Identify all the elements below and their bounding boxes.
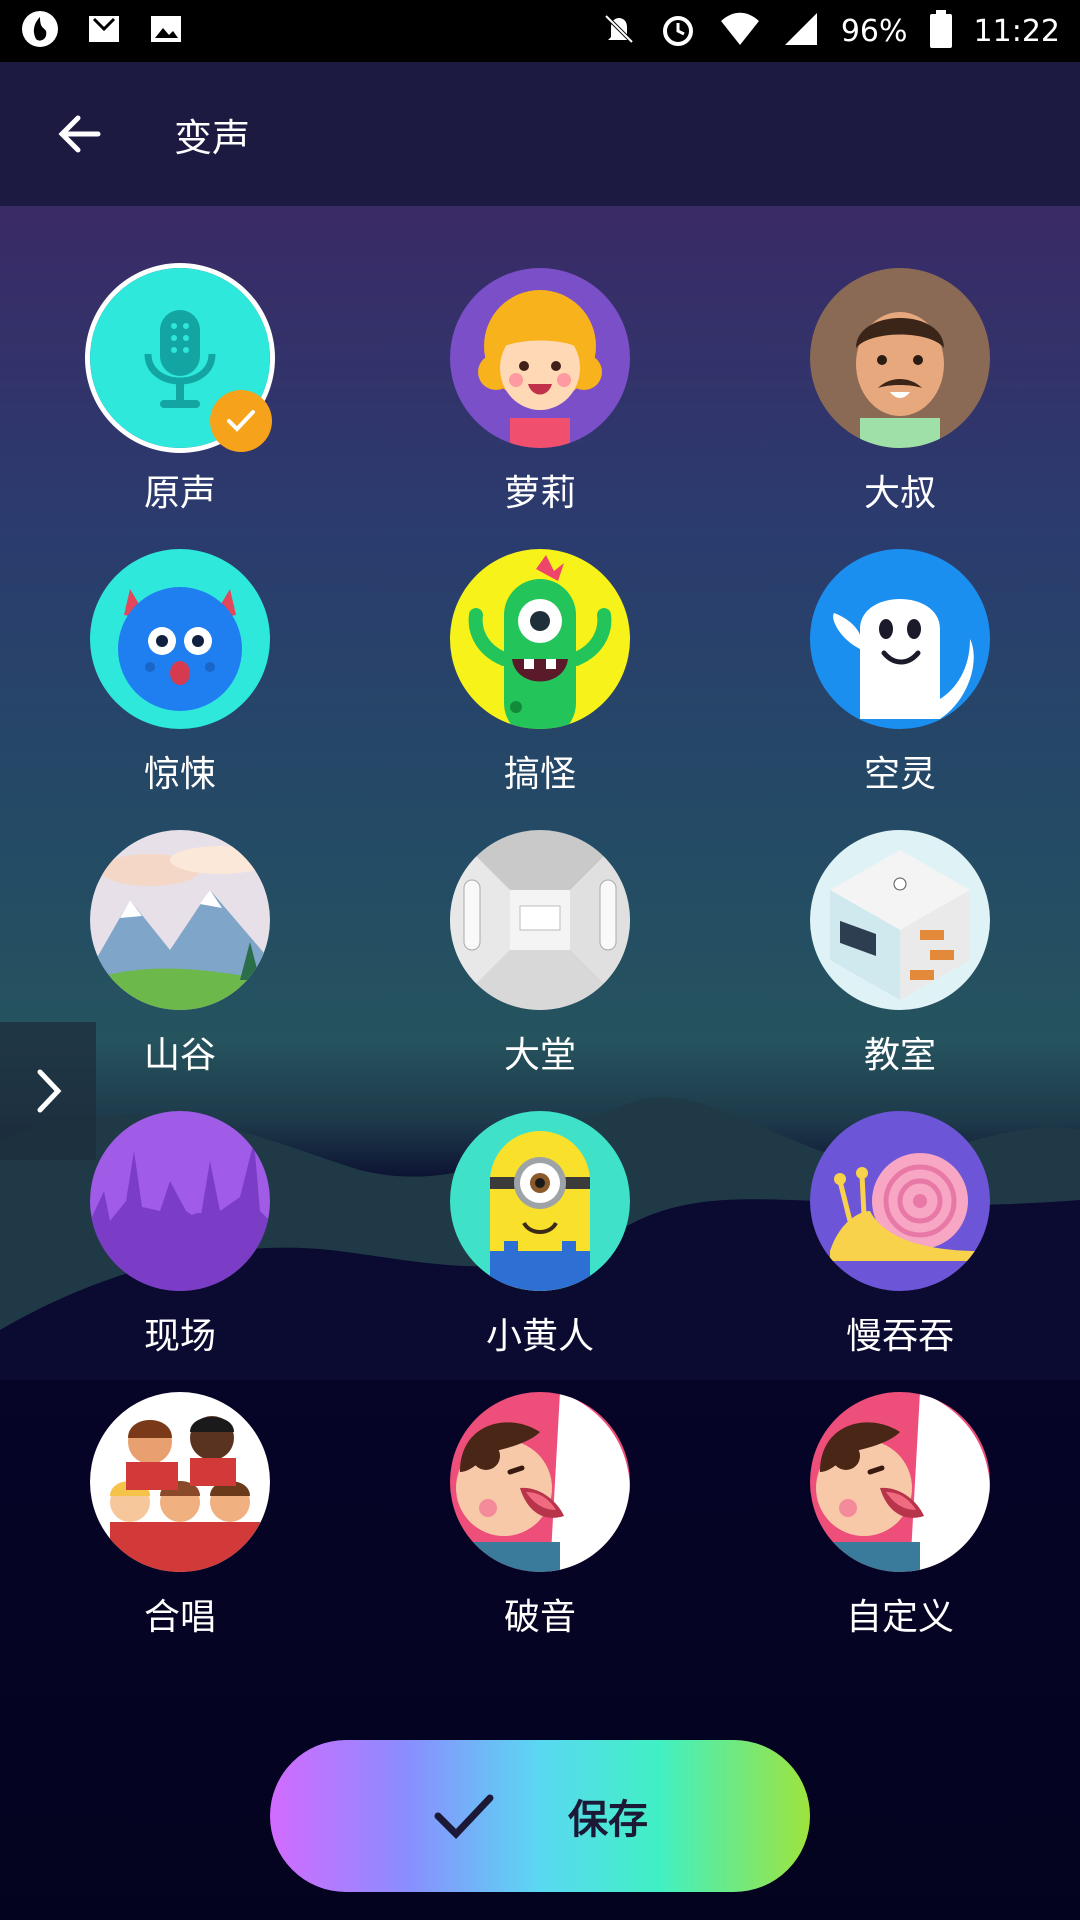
- voice-label: 合唱: [143, 1597, 216, 1638]
- mail-icon: [86, 11, 122, 51]
- app-bar: 变声: [0, 62, 1080, 206]
- voice-label: 惊悚: [143, 754, 216, 795]
- voice-item-ethereal[interactable]: 空灵: [720, 549, 1080, 799]
- minion-icon: [450, 1111, 630, 1291]
- voice-label: 自定义: [845, 1597, 954, 1638]
- signal-icon: [783, 11, 819, 51]
- voice-label: 大叔: [863, 473, 936, 514]
- voice-item-funny[interactable]: 搞怪: [360, 549, 720, 799]
- voice-label: 破音: [503, 1597, 576, 1638]
- side-expand-tab[interactable]: [0, 1022, 96, 1160]
- blue-monster-icon: [90, 549, 270, 729]
- alarm-icon: [659, 10, 697, 52]
- chevron-right-icon: [37, 1069, 62, 1113]
- voice-item-breaking[interactable]: 破音: [360, 1392, 720, 1642]
- choir-icon: [90, 1392, 270, 1572]
- clock: 11:22: [973, 13, 1060, 49]
- voice-avatar: [450, 549, 630, 729]
- voice-label: 慢吞吞: [845, 1316, 954, 1357]
- battery-icon: [929, 10, 952, 52]
- voice-avatar: [450, 830, 630, 1010]
- voice-item-classroom[interactable]: 教室: [720, 830, 1080, 1080]
- voice-avatar: [90, 830, 270, 1010]
- voice-label: 教室: [863, 1035, 936, 1076]
- shouting-man-icon: [450, 1392, 630, 1572]
- voice-avatar: [450, 1111, 630, 1291]
- voice-label: 原声: [143, 473, 216, 514]
- voice-item-slow[interactable]: 慢吞吞: [720, 1111, 1080, 1361]
- voice-label: 现场: [143, 1316, 216, 1357]
- classroom-image-icon: [810, 830, 990, 1010]
- battery-percent: 96%: [840, 13, 908, 49]
- voice-avatar: [810, 1111, 990, 1291]
- shouting-man-icon: [810, 1392, 990, 1572]
- check-icon: [434, 1794, 494, 1840]
- ghost-icon: [810, 549, 990, 729]
- valley-image-icon: [90, 830, 270, 1010]
- voice-item-custom[interactable]: 自定义: [720, 1392, 1080, 1642]
- voice-avatar: [810, 268, 990, 448]
- wifi-icon: [719, 11, 761, 51]
- girl-avatar-icon: [450, 268, 630, 448]
- voice-avatar: [450, 1392, 630, 1572]
- voice-label: 空灵: [863, 754, 936, 795]
- voice-label: 搞怪: [503, 754, 576, 795]
- status-bar: 96% 11:22: [0, 0, 1080, 62]
- voice-avatar: [810, 1392, 990, 1572]
- snail-icon: [810, 1111, 990, 1291]
- voice-item-horror[interactable]: 惊悚: [0, 549, 360, 799]
- notifications-off-icon: [601, 11, 637, 51]
- arrow-left-icon: [58, 115, 101, 153]
- voice-avatar: [810, 830, 990, 1010]
- page-title: 变声: [174, 115, 251, 160]
- hall-image-icon: [450, 830, 630, 1010]
- voice-item-hall[interactable]: 大堂: [360, 830, 720, 1080]
- selected-check-badge: [210, 390, 272, 452]
- voice-item-original[interactable]: 原声: [0, 268, 360, 518]
- voice-item-chorus[interactable]: 合唱: [0, 1392, 360, 1642]
- check-icon: [227, 410, 255, 432]
- voice-label: 小黄人: [485, 1316, 594, 1357]
- voice-avatar: [450, 268, 630, 448]
- concert-crowd-icon: [90, 1111, 270, 1291]
- voice-avatar: [90, 1111, 270, 1291]
- voice-label: 大堂: [503, 1035, 576, 1076]
- uncle-avatar-icon: [810, 268, 990, 448]
- voice-item-loli[interactable]: 萝莉: [360, 268, 720, 518]
- save-button[interactable]: 保存: [270, 1740, 810, 1892]
- green-monster-icon: [450, 549, 630, 729]
- back-button[interactable]: [40, 94, 120, 174]
- save-label: 保存: [568, 1797, 648, 1843]
- voice-avatar: [810, 549, 990, 729]
- voice-item-uncle[interactable]: 大叔: [720, 268, 1080, 518]
- voice-label: 萝莉: [503, 473, 576, 514]
- voice-item-minion[interactable]: 小黄人: [360, 1111, 720, 1361]
- voice-label: 山谷: [143, 1035, 216, 1076]
- voice-avatar: [90, 549, 270, 729]
- voice-avatar: [90, 1392, 270, 1572]
- app-logo-icon: [20, 9, 60, 53]
- image-icon: [148, 11, 184, 51]
